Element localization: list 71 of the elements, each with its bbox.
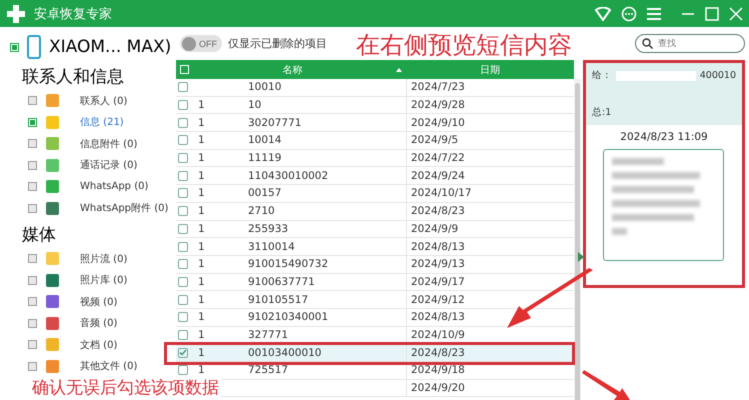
table-row[interactable]: 1 00157 2024/10/17: [176, 185, 574, 203]
search-field[interactable]: 查找: [635, 34, 745, 53]
section-heading: 媒体: [22, 224, 57, 246]
table-row[interactable]: 1 30207771 2024/9/10: [176, 114, 574, 132]
table-cell-text: 1: [197, 240, 206, 253]
sidebar-item[interactable]: 信息 (21): [80, 115, 124, 130]
toggle-label: 仅显示已删除的项目: [228, 36, 327, 51]
sidebar-item[interactable]: WhatsApp (0): [80, 181, 148, 192]
table-row[interactable]: 1 110430010002 2024/9/24: [176, 167, 574, 186]
table-cell-text: 1: [197, 99, 206, 112]
table-row[interactable]: 1 11119 2024/7/22: [176, 150, 574, 168]
table-cell-text: 1: [197, 222, 206, 235]
recipient-number: 400010: [700, 70, 736, 81]
table-cell-text: 10: [247, 99, 262, 112]
sidebar-item[interactable]: 其他文件 (0): [80, 359, 138, 374]
table-cell-text: 1: [197, 276, 206, 288]
table-cell-text: 1: [197, 152, 206, 164]
sidebar-item[interactable]: 视频 (0): [80, 294, 118, 309]
table-cell-text: 1: [197, 328, 206, 341]
message-time: 2024/8/23 11:09: [619, 131, 709, 143]
table-cell-text: 3110014: [247, 240, 296, 253]
sidebar-item[interactable]: WhatsApp附件 (0): [80, 201, 168, 216]
message-total: 总:1: [592, 106, 612, 119]
sidebar-item[interactable]: 联系人 (0): [80, 94, 128, 108]
table-cell-text: 1: [197, 294, 206, 306]
table-cell-text: 1: [197, 258, 206, 270]
table-cell-text: 1: [197, 311, 206, 324]
table-cell-text: 327771: [247, 328, 290, 341]
table-cell-text: 00157: [247, 187, 282, 200]
table-cell-text: 10014: [247, 134, 282, 146]
sidebar-item[interactable]: 信息附件 (0): [80, 136, 138, 151]
table-cell-text: 255933: [247, 222, 290, 235]
table-row[interactable]: 1 00103400010 2024/8/23: [176, 344, 574, 362]
annotation-text: 确认无误后勾选该项数据: [30, 378, 221, 398]
table-row[interactable]: 1 255933 2024/9/9: [176, 220, 574, 238]
table-cell-text: 910015490732: [247, 258, 330, 270]
sidebar-item[interactable]: 照片库 (0): [80, 273, 128, 288]
sidebar-item[interactable]: 文档 (0): [80, 338, 118, 352]
recipient-label: 给：: [592, 69, 612, 82]
table-row[interactable]: 10010 2024/7/23: [176, 79, 574, 97]
table-cell-text: 1: [197, 187, 206, 200]
table-cell-text: 9100637771: [247, 276, 316, 288]
table-cell-text: 1: [197, 346, 206, 359]
table-cell-text: 00103400010: [247, 346, 322, 359]
table-cell: 2024/8/23: [406, 344, 574, 361]
device-name[interactable]: XIAOM... MAX): [49, 37, 172, 57]
sidebar-item[interactable]: 音频 (0): [80, 316, 118, 330]
annotation-text: 在右侧预览短信内容: [356, 30, 572, 61]
table-cell-text: 30207771: [247, 116, 302, 129]
sidebar-item[interactable]: 通话记录 (0): [80, 158, 138, 172]
table-cell-text: 1: [197, 116, 206, 129]
table-row[interactable]: 1 10014 2024/9/5: [176, 132, 574, 150]
toggle-switch[interactable]: OFF: [180, 35, 222, 52]
table-cell-text: 110430010002: [247, 170, 330, 182]
table-row[interactable]: 1 910015490732 2024/9/13: [176, 256, 574, 274]
sidebar-item[interactable]: 照片流 (0): [80, 252, 128, 266]
table-cell-text: 10010: [247, 81, 282, 94]
table-row[interactable]: 1 10 2024/9/28: [176, 96, 574, 114]
section-heading: 联系人和信息: [22, 66, 125, 88]
table-cell-text: 1: [197, 205, 206, 218]
table-row[interactable]: 1 2710 2024/8/23: [176, 202, 574, 220]
table-cell-text: 1: [197, 170, 206, 182]
window-title: 安卓恢复专家: [34, 6, 113, 22]
table-cell-text: 1: [197, 364, 206, 376]
table-cell-text: 910105517: [247, 294, 310, 306]
table-cell-text: 1: [197, 134, 206, 146]
table-cell-text: 2710: [247, 205, 276, 218]
table-cell-text: 11119: [247, 152, 282, 164]
table-row[interactable]: 1 3110014 2024/8/13: [176, 238, 574, 256]
table-cell-text: 910210340001: [247, 311, 330, 324]
table-cell-text: 725517: [247, 364, 290, 376]
